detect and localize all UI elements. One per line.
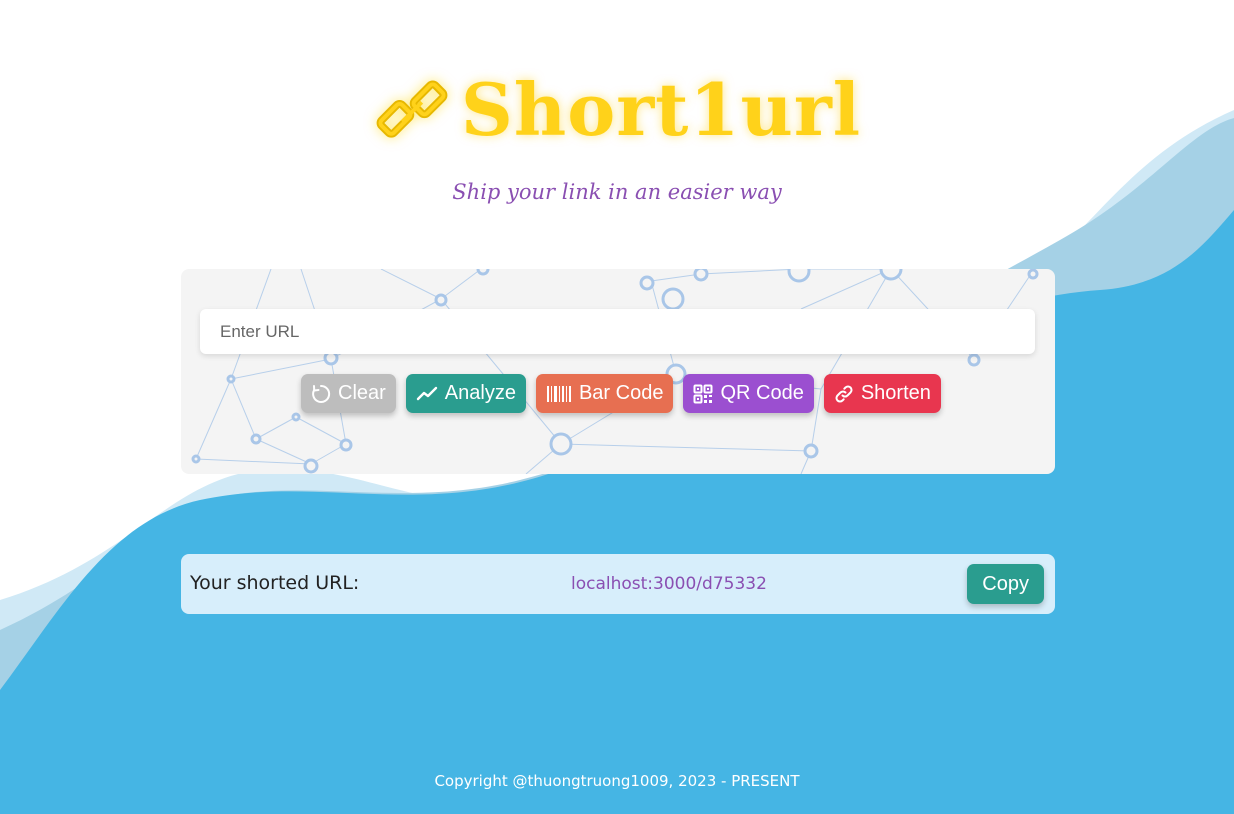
brand-logo[interactable]: Short1url [0, 62, 1234, 162]
qr-code-icon [693, 384, 713, 403]
result-label: Your shorted URL: [190, 572, 360, 594]
action-button-row: Clear Analyze Bar Code QR Code Shorten [301, 374, 941, 413]
shorten-button[interactable]: Shorten [823, 374, 941, 413]
analyze-button[interactable]: Analyze [405, 374, 526, 413]
barcode-button[interactable]: Bar Code [535, 374, 674, 413]
qr-code-button-label: QR Code [720, 382, 804, 404]
barcode-button-label: Bar Code [578, 382, 664, 404]
clear-button[interactable]: Clear [301, 374, 396, 413]
shortened-url-link[interactable]: localhost:3000/d75332 [571, 574, 767, 594]
brand-name: Short1url [460, 66, 862, 152]
reset-icon [312, 384, 331, 403]
clear-button-label: Clear [338, 382, 386, 404]
url-input[interactable] [200, 309, 1035, 354]
shortened-url-result: Your shorted URL: localhost:3000/d75332 … [181, 554, 1055, 614]
barcode-icon [546, 385, 571, 402]
qr-code-button[interactable]: QR Code [683, 374, 814, 413]
footer-copyright: Copyright @thuongtruong1009, 2023 - PRES… [434, 772, 800, 790]
url-form-card: Clear Analyze Bar Code [181, 269, 1055, 474]
link-icon [835, 384, 853, 403]
tagline: Ship your link in an easier way [452, 180, 782, 204]
trend-line-icon [416, 386, 437, 400]
analyze-button-label: Analyze [444, 382, 516, 404]
copy-button[interactable]: Copy [967, 564, 1044, 604]
chain-link-icon [376, 80, 448, 138]
shorten-button-label: Shorten [860, 382, 931, 404]
network-pattern [191, 269, 1039, 474]
